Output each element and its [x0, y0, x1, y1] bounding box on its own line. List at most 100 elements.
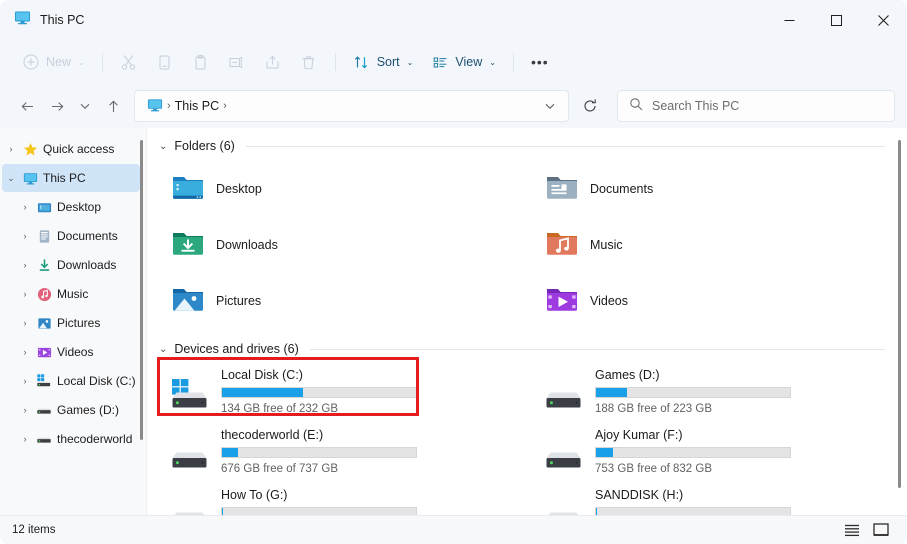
breadcrumb-chevron-2[interactable]: › — [223, 100, 227, 112]
new-button[interactable]: New ⌄ — [14, 47, 93, 77]
drive-usage-bar-how-to-g — [221, 507, 417, 515]
chevron-down-icon-this-pc[interactable]: ⌄ — [2, 173, 20, 184]
drive-icon-sanddisk-tile — [545, 498, 583, 515]
breadcrumb-this-pc[interactable] — [143, 97, 167, 116]
sidebar-item-quick-access[interactable]: › Quick access — [2, 135, 140, 163]
folder-tile-pictures[interactable]: Pictures — [159, 273, 533, 329]
chevron-down-icon-view: ⌄ — [489, 58, 496, 67]
content-scrollbar[interactable] — [898, 140, 901, 488]
drive-usage-bar-games-d — [595, 387, 791, 398]
view-button-label: View — [455, 55, 482, 69]
drive-tile-games-d[interactable]: Games (D:) 188 GB free of 223 GB — [533, 364, 907, 424]
chevron-right-icon[interactable]: › — [2, 144, 20, 154]
share-button[interactable] — [256, 47, 290, 77]
drive-tile-sanddisk-h[interactable]: SANDDISK (H:) 14.5 GB free of 14.5 GB — [533, 484, 907, 515]
chevron-down-icon-sort: ⌄ — [407, 58, 414, 67]
sidebar-item-videos[interactable]: › Videos — [2, 338, 140, 366]
drive-usage-bar-sanddisk-h — [595, 507, 791, 515]
chevron-right-icon-music[interactable]: › — [16, 289, 34, 299]
cut-button[interactable] — [112, 47, 146, 77]
up-button[interactable] — [98, 91, 128, 121]
trash-icon — [300, 53, 318, 71]
breadcrumb-path-box[interactable]: › This PC › — [134, 90, 569, 122]
folders-group-title: Folders (6) — [174, 139, 234, 153]
sidebar-item-thecoderworld[interactable]: › thecoderworld — [2, 425, 140, 453]
details-view-icon[interactable] — [844, 523, 860, 537]
folder-label-pictures: Pictures — [216, 294, 261, 308]
drive-label-local-disk-c: Local Disk (C:) — [221, 368, 417, 382]
chevron-right-icon-documents[interactable]: › — [16, 231, 34, 241]
desktop-folder-icon-tile — [171, 170, 205, 209]
sidebar-item-pictures[interactable]: › Pictures — [2, 309, 140, 337]
paste-button[interactable] — [184, 47, 218, 77]
drives-group-header[interactable]: ⌄ Devices and drives (6) — [147, 329, 907, 364]
documents-folder-icon — [34, 229, 54, 244]
toolbar-divider — [102, 53, 103, 71]
chevron-right-icon-thecoderworld[interactable]: › — [16, 434, 34, 444]
drive-tile-ajoy-kumar-f[interactable]: Ajoy Kumar (F:) 753 GB free of 832 GB — [533, 424, 907, 484]
item-count-label: 12 items — [12, 524, 55, 536]
sidebar-label-games-d: Games (D:) — [57, 403, 119, 417]
pictures-folder-icon — [34, 316, 54, 331]
chevron-right-icon-games[interactable]: › — [16, 405, 34, 415]
sidebar-item-downloads[interactable]: › Downloads — [2, 251, 140, 279]
refresh-button[interactable] — [573, 90, 607, 122]
sidebar-item-this-pc[interactable]: ⌄ This PC — [2, 164, 140, 192]
recent-locations-button[interactable] — [72, 91, 98, 121]
rename-button[interactable] — [220, 47, 254, 77]
sidebar-item-music[interactable]: › Music — [2, 280, 140, 308]
sidebar-item-local-disk-c[interactable]: › Local Disk (C:) — [2, 367, 140, 395]
window-title: This PC — [40, 13, 84, 27]
drive-tile-how-to-g[interactable]: How To (G:) 97.3 GB free of 97.6 GB — [159, 484, 533, 515]
large-icons-view-icon[interactable] — [873, 523, 889, 537]
sidebar-item-desktop[interactable]: › Desktop — [2, 193, 140, 221]
command-toolbar: New ⌄ — [0, 40, 907, 84]
drive-tile-thecoderworld-e[interactable]: thecoderworld (E:) 676 GB free of 737 GB — [159, 424, 533, 484]
chevron-right-icon-downloads[interactable]: › — [16, 260, 34, 270]
drive-tile-local-disk-c[interactable]: Local Disk (C:) 134 GB free of 232 GB — [159, 364, 533, 424]
view-button[interactable]: View ⌄ — [423, 47, 504, 77]
folders-group-header[interactable]: ⌄ Folders (6) — [147, 128, 907, 161]
folder-tile-downloads[interactable]: Downloads — [159, 217, 533, 273]
drive-label-ajoy-kumar-f: Ajoy Kumar (F:) — [595, 428, 791, 442]
search-input[interactable]: Search This PC — [617, 90, 895, 122]
star-icon — [20, 142, 40, 157]
monitor-icon — [20, 171, 40, 186]
drive-icon-how-to-tile — [171, 498, 209, 515]
chevron-down-icon-folders[interactable]: ⌄ — [159, 141, 167, 152]
sort-button[interactable]: Sort ⌄ — [345, 47, 422, 77]
minimize-button[interactable] — [766, 0, 813, 40]
back-button[interactable] — [12, 91, 42, 121]
drive-capacity-thecoderworld-e: 676 GB free of 737 GB — [221, 463, 417, 475]
chevron-right-icon-desktop[interactable]: › — [16, 202, 34, 212]
folder-tile-music[interactable]: Music — [533, 217, 907, 273]
chevron-down-icon: ⌄ — [78, 58, 85, 67]
downloads-folder-icon — [34, 258, 54, 273]
windows-drive-icon — [34, 373, 54, 389]
drive-icon-ajoy-kumar-tile — [545, 438, 583, 477]
chevron-down-icon-drives[interactable]: ⌄ — [159, 344, 167, 355]
folder-tile-documents[interactable]: Documents — [533, 161, 907, 217]
pictures-folder-icon-tile — [171, 282, 205, 321]
chevron-right-icon-local-disk[interactable]: › — [16, 376, 34, 386]
chevron-right-icon-pictures[interactable]: › — [16, 318, 34, 328]
folder-tile-desktop[interactable]: Desktop — [159, 161, 533, 217]
search-placeholder: Search This PC — [652, 99, 739, 113]
drive-usage-fill-games-d — [596, 388, 627, 397]
copy-button[interactable] — [148, 47, 182, 77]
delete-button[interactable] — [292, 47, 326, 77]
close-button[interactable] — [860, 0, 907, 40]
folder-tile-videos[interactable]: Videos — [533, 273, 907, 329]
maximize-button[interactable] — [813, 0, 860, 40]
drive-info-local-disk-c: Local Disk (C:) 134 GB free of 232 GB — [221, 364, 417, 415]
path-dropdown-button[interactable] — [536, 92, 564, 120]
breadcrumb-label[interactable]: This PC — [171, 99, 223, 113]
sidebar-item-games-d[interactable]: › Games (D:) — [2, 396, 140, 424]
sidebar-scrollbar[interactable] — [140, 140, 143, 440]
sidebar-item-documents[interactable]: › Documents — [2, 222, 140, 250]
chevron-right-icon-videos[interactable]: › — [16, 347, 34, 357]
forward-button[interactable] — [42, 91, 72, 121]
drive-label-games-d: Games (D:) — [595, 368, 791, 382]
see-more-button[interactable]: ••• — [523, 47, 557, 77]
copy-icon — [156, 53, 174, 71]
